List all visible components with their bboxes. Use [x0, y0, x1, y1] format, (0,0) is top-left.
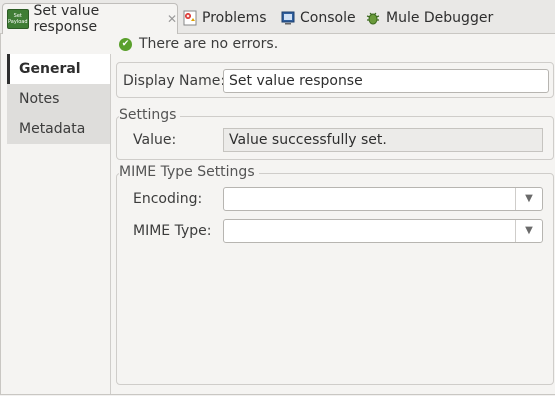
tab-label: Problems	[202, 9, 267, 26]
console-icon	[281, 11, 295, 25]
display-name-label: Display Name:	[123, 73, 226, 89]
mime-type-title: MIME Type Settings	[119, 164, 259, 180]
validation-status: ✔ There are no errors.	[119, 36, 278, 52]
settings-title: Settings	[119, 107, 181, 123]
mime-type-combo[interactable]: ▼	[223, 219, 543, 243]
tab-label: Set value response	[33, 3, 100, 35]
tab-mule-debugger[interactable]: Mule Debugger	[365, 3, 493, 32]
set-payload-icon: Set Payload	[7, 9, 29, 29]
check-icon: ✔	[119, 37, 132, 51]
editor-tab-bar: Set Payload Set value response ✕ Problem…	[0, 0, 555, 35]
close-icon[interactable]: ✕	[167, 12, 177, 26]
chevron-down-icon[interactable]: ▼	[515, 220, 542, 242]
properties-panel: ✔ There are no errors. General Notes Met…	[0, 34, 555, 395]
encoding-label: Encoding:	[133, 191, 203, 207]
section-nav: General Notes Metadata	[7, 54, 110, 144]
value-label: Value:	[133, 132, 177, 148]
display-name-input[interactable]: Set value response	[223, 69, 549, 93]
nav-item-notes[interactable]: Notes	[7, 84, 110, 114]
mime-type-label: MIME Type:	[133, 223, 212, 239]
status-text: There are no errors.	[139, 36, 279, 52]
tab-label: Mule Debugger	[386, 9, 494, 26]
tab-label: Console	[300, 9, 356, 26]
tab-problems[interactable]: Problems	[183, 3, 267, 32]
nav-item-metadata[interactable]: Metadata	[7, 114, 110, 144]
tab-set-value-response[interactable]: Set Payload Set value response ✕	[2, 3, 178, 35]
problems-icon	[183, 10, 197, 26]
set-payload-icon-text: Set Payload	[8, 13, 28, 25]
chevron-down-icon[interactable]: ▼	[515, 188, 542, 210]
tab-console[interactable]: Console	[281, 3, 356, 32]
encoding-combo[interactable]: ▼	[223, 187, 543, 211]
nav-divider	[110, 54, 111, 394]
value-field: Value successfully set.	[223, 128, 543, 152]
debugger-icon	[365, 10, 381, 26]
nav-item-general[interactable]: General	[7, 54, 110, 84]
